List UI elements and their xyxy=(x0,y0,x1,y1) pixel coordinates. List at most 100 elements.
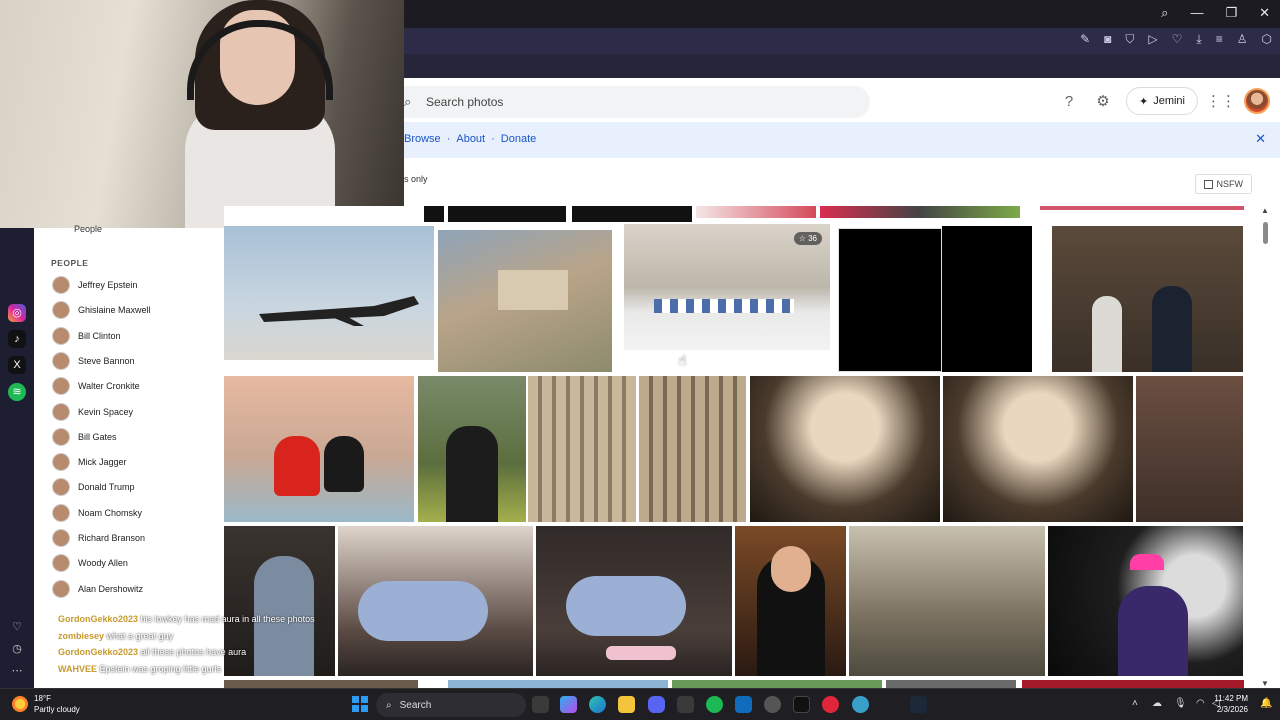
people-nav-item[interactable]: People xyxy=(74,224,102,234)
x-icon[interactable]: X xyxy=(8,356,26,374)
settings-gear-icon[interactable]: ⚙ xyxy=(1092,90,1114,112)
opera-icon[interactable] xyxy=(822,696,839,713)
photo-thumbnail[interactable] xyxy=(750,376,940,522)
photo-thumbnail[interactable] xyxy=(1048,526,1243,676)
scroll-thumb[interactable] xyxy=(1263,222,1268,244)
photo-thumbnail[interactable] xyxy=(224,376,414,522)
filter-text[interactable]: s only xyxy=(404,174,428,184)
weather-widget[interactable]: 18°F Partly cloudy xyxy=(12,693,80,715)
photo-thumbnail[interactable] xyxy=(886,680,1016,688)
photo-thumbnail[interactable] xyxy=(224,680,418,688)
photo-thumbnail[interactable]: ☆ 36 xyxy=(624,224,830,350)
photo-thumbnail[interactable] xyxy=(418,376,526,522)
nsfw-toggle[interactable]: NSFW xyxy=(1194,174,1252,194)
cloud-icon[interactable]: ☁ xyxy=(1152,698,1162,709)
wifi-icon[interactable]: ◠ xyxy=(1196,698,1205,709)
people-item[interactable]: Kevin Spacey xyxy=(52,402,133,422)
store-icon[interactable] xyxy=(677,696,694,713)
history-icon[interactable]: ◷ xyxy=(8,640,26,658)
apps-grid-icon[interactable]: ⋮⋮ xyxy=(1206,90,1236,112)
file-explorer-icon[interactable] xyxy=(618,696,635,713)
edit-icon[interactable]: ✎ xyxy=(1080,32,1090,47)
photo-thumbnail[interactable] xyxy=(438,230,612,372)
tray-chevron-icon[interactable]: ˄ xyxy=(1132,698,1138,709)
photo-thumbnail[interactable] xyxy=(943,376,1133,522)
tiktok-icon[interactable]: ♪ xyxy=(8,330,26,348)
people-item[interactable]: Richard Branson xyxy=(52,528,145,548)
gemini-button[interactable]: ✦ Jemini xyxy=(1125,87,1198,115)
instagram-icon[interactable]: ◎ xyxy=(8,304,26,322)
donate-link[interactable]: Donate xyxy=(501,133,536,145)
photo-thumbnail[interactable] xyxy=(639,376,746,522)
photo-thumbnail[interactable] xyxy=(528,376,636,522)
search-icon[interactable]: ⌕ xyxy=(404,94,411,110)
shield-icon[interactable]: ⛉ xyxy=(1125,32,1134,47)
photo-thumbnail[interactable] xyxy=(448,206,566,222)
notification-icon[interactable]: 🔔 xyxy=(1260,698,1272,709)
photo-thumbnail[interactable] xyxy=(1022,680,1244,688)
menu-icon[interactable]: ≡ xyxy=(1216,32,1223,47)
extension-icon[interactable]: ⬡ xyxy=(1262,32,1272,47)
clock[interactable]: 11:42 PM 2/3/2026 xyxy=(1214,693,1248,715)
people-item[interactable]: Walter Cronkite xyxy=(52,376,140,396)
scroll-down-icon[interactable]: ▼ xyxy=(1261,679,1269,688)
scroll-up-icon[interactable]: ▲ xyxy=(1261,206,1269,215)
browse-link[interactable]: Browse xyxy=(404,133,441,145)
photo-thumbnail[interactable] xyxy=(849,526,1045,676)
download-icon[interactable]: ⤓ xyxy=(1196,32,1201,47)
photo-thumbnail[interactable] xyxy=(536,526,732,676)
photo-thumbnail[interactable] xyxy=(1136,376,1243,522)
globe-icon[interactable] xyxy=(852,696,869,713)
people-item[interactable]: Steve Bannon xyxy=(52,351,135,371)
spotify-icon[interactable]: ≋ xyxy=(8,383,26,401)
microphone-icon[interactable]: 🎙 xyxy=(1174,698,1187,709)
search-box[interactable]: ⌕ xyxy=(404,86,870,118)
more-icon[interactable]: ⋯ xyxy=(8,662,26,680)
spotify-icon[interactable] xyxy=(706,696,723,713)
people-item[interactable]: Donald Trump xyxy=(52,477,135,497)
people-item[interactable]: Jeffrey Epstein xyxy=(52,275,137,295)
people-item[interactable]: Bill Gates xyxy=(52,427,117,447)
photo-thumbnail[interactable] xyxy=(448,680,668,688)
task-view-icon[interactable] xyxy=(532,696,549,713)
address-bar[interactable]: ✎ ◙ ⛉ ▷ ♡ ⤓ ≡ ♙ ⬡ xyxy=(404,28,1280,54)
close-icon[interactable]: ✕ xyxy=(1259,5,1270,21)
chatgpt-icon[interactable] xyxy=(764,696,781,713)
mail-icon[interactable] xyxy=(735,696,752,713)
scrollbar[interactable]: ▲ ▼ xyxy=(1260,206,1272,688)
search-icon[interactable]: ⌕ xyxy=(1161,5,1168,21)
photo-thumbnail[interactable] xyxy=(572,206,692,222)
copilot-icon[interactable] xyxy=(560,696,577,713)
people-item[interactable]: Mick Jagger xyxy=(52,452,127,472)
people-item[interactable]: Alan Dershowitz xyxy=(52,579,143,599)
taskbar-search[interactable]: ⌕ Search xyxy=(376,693,526,717)
people-item[interactable]: Ghislaine Maxwell xyxy=(52,300,151,320)
profile-icon[interactable]: ♙ xyxy=(1237,32,1248,47)
close-icon[interactable]: ✕ xyxy=(1255,131,1266,147)
people-item[interactable]: Noam Chomsky xyxy=(52,503,142,523)
photo-thumbnail[interactable] xyxy=(838,228,942,372)
checkbox[interactable] xyxy=(1203,179,1213,189)
heart-icon[interactable]: ♡ xyxy=(8,618,26,636)
search-input[interactable] xyxy=(426,92,846,112)
edge-icon[interactable] xyxy=(589,696,606,713)
photo-thumbnail[interactable] xyxy=(338,526,533,676)
steam-icon[interactable] xyxy=(910,696,927,713)
photo-thumbnail[interactable] xyxy=(424,206,444,222)
restore-icon[interactable]: ❐ xyxy=(1225,5,1237,21)
photo-thumbnail[interactable] xyxy=(1040,206,1244,210)
photo-thumbnail[interactable] xyxy=(942,226,1032,372)
windows-start-icon[interactable] xyxy=(352,696,368,712)
discord-icon[interactable] xyxy=(648,696,665,713)
account-avatar[interactable] xyxy=(1244,88,1270,114)
photo-thumbnail[interactable] xyxy=(820,206,1020,218)
photo-thumbnail[interactable] xyxy=(224,226,434,360)
play-icon[interactable]: ▷ xyxy=(1148,32,1157,47)
photo-thumbnail[interactable] xyxy=(696,206,816,218)
help-icon[interactable]: ? xyxy=(1058,90,1080,112)
tiktok-icon[interactable] xyxy=(793,696,810,713)
photo-thumbnail[interactable] xyxy=(672,680,882,688)
camera-icon[interactable]: ◙ xyxy=(1104,32,1111,47)
photo-thumbnail[interactable] xyxy=(1052,226,1243,372)
minimize-icon[interactable]: — xyxy=(1190,5,1203,21)
